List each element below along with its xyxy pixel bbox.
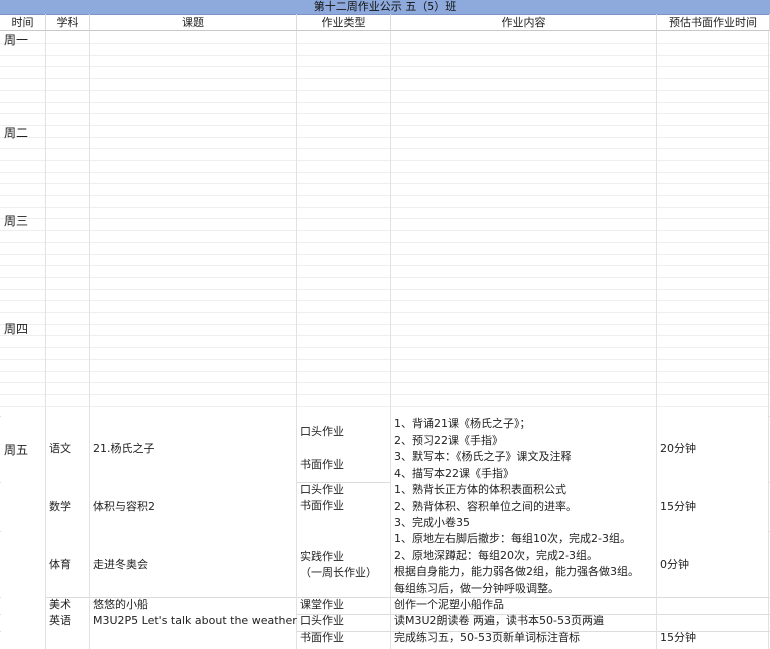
english-type-oral: 口头作业 [300, 614, 344, 627]
art-type: 课堂作业 [300, 598, 344, 611]
day-friday: 周五 [4, 443, 29, 457]
math-content: 1、熟背长正方体的体积表面积公式 2、熟背体积、容积单位之间的进率。 3、完成小… [394, 482, 577, 532]
content-line: 3、完成小卷35 [394, 516, 470, 529]
math-subject: 数学 [49, 500, 71, 513]
header-topic: 课题 [90, 14, 297, 31]
content-line: 根据自身能力，能力弱各做2组，能力强各做3组。 [394, 565, 639, 578]
sheet-title: 第十二周作业公示 五（5）班 [0, 0, 770, 15]
pe-time: 0分钟 [660, 558, 689, 571]
chinese-topic: 21.杨氏之子 [93, 442, 155, 455]
content-line: 1、背诵21课《杨氏之子》； [394, 417, 531, 430]
header-content: 作业内容 [391, 14, 657, 31]
math-time: 15分钟 [660, 500, 696, 513]
chinese-type-oral: 口头作业 [300, 425, 344, 438]
content-line: 1、熟背长正方体的体积表面积公式 [394, 483, 566, 496]
chinese-time: 20分钟 [660, 442, 696, 455]
art-subject: 美术 [49, 598, 71, 611]
english-content-oral: 读M3U2朗读卷 两遍，读书本50-53页两遍 [394, 614, 604, 627]
content-line: 2、熟背体积、容积单位之间的进率。 [394, 499, 577, 513]
math-type-oral: 口头作业 [300, 483, 344, 496]
header-subject: 学科 [46, 14, 90, 31]
english-subject: 英语 [49, 614, 71, 627]
art-topic: 悠悠的小船 [93, 598, 148, 611]
english-content-written: 完成练习五，50-53页新单词标注音标 [394, 631, 580, 644]
english-type-written: 书面作业 [300, 631, 344, 644]
pe-content: 1、原地左右脚后撤步：每组10次，完成2-3组。 2、原地深蹲起：每组20次，完… [394, 531, 639, 597]
content-line: 1、原地左右脚后撤步：每组10次，完成2-3组。 [394, 532, 631, 545]
chinese-type-written: 书面作业 [300, 458, 344, 471]
header-estimate: 预估书面作业时间 [657, 14, 770, 31]
day-monday: 周一 [4, 33, 29, 47]
col-divider [768, 31, 769, 649]
pe-type-line1: 实践作业 [300, 550, 344, 563]
day-tuesday: 周二 [4, 126, 29, 140]
math-type-written: 书面作业 [300, 499, 344, 512]
content-line: 每组练习后，做一分钟呼吸调整。 [394, 581, 559, 595]
content-line: 2、原地深蹲起：每组20次，完成2-3组。 [394, 548, 598, 562]
day-wednesday: 周三 [4, 214, 29, 228]
content-line: 4、描写本22课《手指》 [394, 466, 514, 480]
math-topic: 体积与容积2 [93, 500, 155, 513]
header-type: 作业类型 [297, 14, 391, 31]
spreadsheet: 第十二周作业公示 五（5）班 时间 学科 课题 作业类型 作业内容 预估书面作业… [0, 0, 770, 649]
header-time: 时间 [0, 14, 46, 31]
english-time: 15分钟 [660, 631, 696, 644]
art-content: 创作一个泥塑小船作品 [394, 598, 504, 611]
pe-topic: 走进冬奥会 [93, 558, 148, 571]
chinese-content: 1、背诵21课《杨氏之子》； 2、预习22课《手指》 3、默写本：《杨氏之子》课… [394, 416, 572, 482]
day-thursday: 周四 [4, 322, 29, 336]
pe-subject: 体育 [49, 558, 71, 571]
chinese-subject: 语文 [49, 442, 71, 455]
content-line: 2、预习22课《手指》 [394, 433, 503, 447]
english-topic: M3U2P5 Let's talk about the weather [93, 614, 297, 627]
pe-type-line2: （一周长作业） [300, 566, 377, 579]
content-line: 3、默写本：《杨氏之子》课文及注释 [394, 450, 572, 463]
